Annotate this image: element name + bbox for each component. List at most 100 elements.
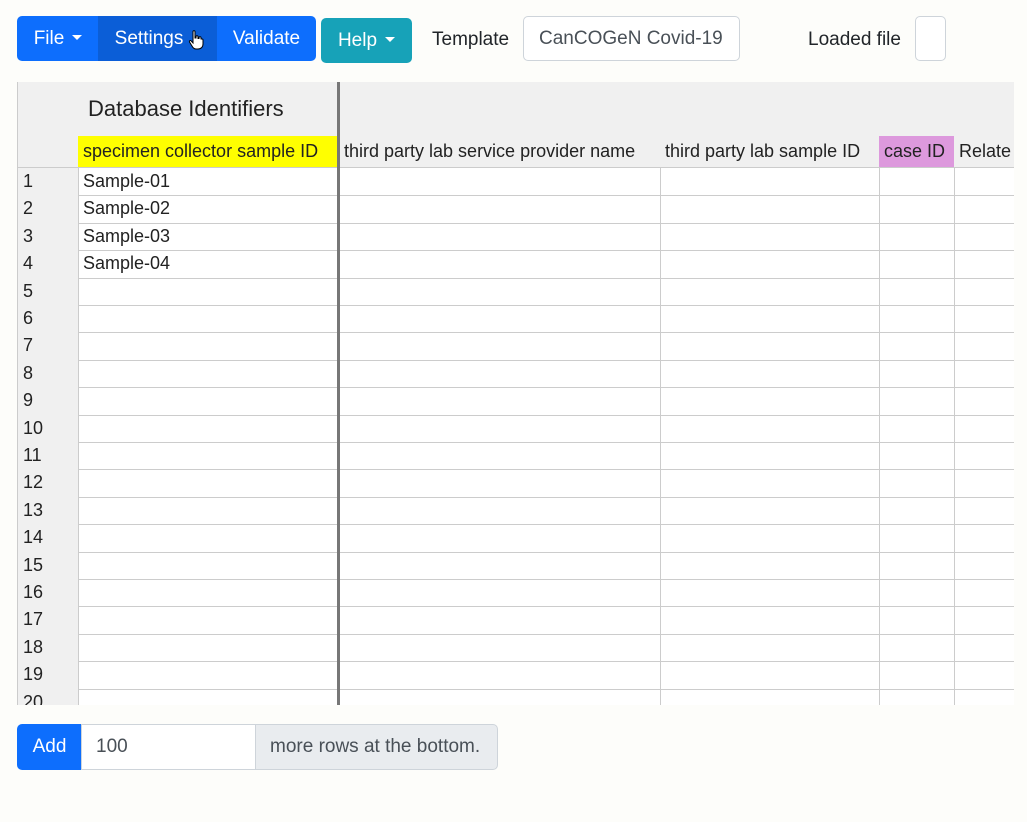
table-cell[interactable]: [339, 497, 661, 525]
row-number[interactable]: 4: [18, 250, 79, 279]
table-cell[interactable]: [879, 223, 955, 251]
loaded-file-field[interactable]: [915, 16, 946, 61]
table-cell[interactable]: [879, 442, 955, 470]
table-cell[interactable]: [879, 195, 955, 224]
table-cell[interactable]: [879, 606, 955, 635]
row-number[interactable]: 13: [18, 497, 79, 525]
row-number[interactable]: 5: [18, 278, 79, 306]
table-cell[interactable]: [660, 223, 880, 251]
table-cell[interactable]: [660, 278, 880, 306]
table-cell[interactable]: [78, 442, 340, 470]
table-cell[interactable]: [660, 332, 880, 361]
row-number[interactable]: 14: [18, 524, 79, 553]
data-grid[interactable]: Database Identifiers specimen collector …: [17, 82, 1014, 705]
table-cell[interactable]: [879, 332, 955, 361]
table-cell[interactable]: [660, 305, 880, 333]
row-number[interactable]: 6: [18, 305, 79, 333]
table-cell[interactable]: [660, 634, 880, 662]
table-cell[interactable]: Sample-03: [78, 223, 340, 251]
row-number[interactable]: 17: [18, 606, 79, 635]
table-cell[interactable]: [339, 168, 661, 196]
column-header-case-id[interactable]: case ID: [879, 136, 955, 168]
table-cell[interactable]: [954, 606, 1014, 635]
table-cell[interactable]: [879, 579, 955, 607]
table-cell[interactable]: [879, 278, 955, 306]
table-cell[interactable]: [660, 360, 880, 388]
table-cell[interactable]: [879, 634, 955, 662]
table-cell[interactable]: [879, 415, 955, 443]
table-cell[interactable]: [78, 497, 340, 525]
table-cell[interactable]: [78, 387, 340, 416]
row-number[interactable]: 12: [18, 469, 79, 498]
row-number[interactable]: 15: [18, 552, 79, 580]
add-rows-button[interactable]: Add: [17, 724, 82, 770]
table-cell[interactable]: [954, 332, 1014, 361]
table-cell[interactable]: [339, 606, 661, 635]
row-number[interactable]: 18: [18, 634, 79, 662]
table-cell[interactable]: Sample-01: [78, 168, 340, 196]
table-cell[interactable]: [78, 606, 340, 635]
table-cell[interactable]: [339, 415, 661, 443]
table-cell[interactable]: [339, 332, 661, 361]
row-number[interactable]: 8: [18, 360, 79, 388]
table-cell[interactable]: [954, 278, 1014, 306]
column-header-specimen-collector-sample-id[interactable]: specimen collector sample ID: [78, 136, 340, 168]
row-number[interactable]: 2: [18, 195, 79, 224]
table-cell[interactable]: [339, 661, 661, 690]
table-cell[interactable]: [78, 661, 340, 690]
add-rows-count-input[interactable]: 100: [81, 724, 256, 770]
table-cell[interactable]: [339, 634, 661, 662]
table-cell[interactable]: [954, 497, 1014, 525]
table-cell[interactable]: [954, 387, 1014, 416]
table-cell[interactable]: [954, 634, 1014, 662]
table-cell[interactable]: [879, 305, 955, 333]
table-cell[interactable]: [954, 689, 1014, 705]
table-cell[interactable]: [339, 469, 661, 498]
table-cell[interactable]: [339, 278, 661, 306]
table-cell[interactable]: [78, 415, 340, 443]
table-cell[interactable]: Sample-04: [78, 250, 340, 279]
table-cell[interactable]: [78, 305, 340, 333]
table-cell[interactable]: Sample-02: [78, 195, 340, 224]
table-cell[interactable]: [339, 195, 661, 224]
table-cell[interactable]: [660, 579, 880, 607]
column-header-third-party-lab-provider[interactable]: third party lab service provider name: [339, 136, 661, 168]
table-cell[interactable]: [339, 442, 661, 470]
table-cell[interactable]: [78, 278, 340, 306]
table-cell[interactable]: [78, 332, 340, 361]
row-number[interactable]: 20: [18, 689, 79, 705]
table-cell[interactable]: [78, 552, 340, 580]
table-cell[interactable]: [78, 524, 340, 553]
table-cell[interactable]: [879, 168, 955, 196]
table-cell[interactable]: [339, 579, 661, 607]
table-cell[interactable]: [879, 524, 955, 553]
table-cell[interactable]: [660, 168, 880, 196]
row-number[interactable]: 16: [18, 579, 79, 607]
table-cell[interactable]: [954, 579, 1014, 607]
table-cell[interactable]: [339, 250, 661, 279]
table-cell[interactable]: [954, 195, 1014, 224]
table-cell[interactable]: [879, 250, 955, 279]
table-cell[interactable]: [660, 524, 880, 553]
table-cell[interactable]: [879, 360, 955, 388]
table-cell[interactable]: [879, 661, 955, 690]
table-cell[interactable]: [660, 250, 880, 279]
table-cell[interactable]: [954, 552, 1014, 580]
row-number[interactable]: 19: [18, 661, 79, 690]
table-cell[interactable]: [660, 415, 880, 443]
table-cell[interactable]: [879, 689, 955, 705]
table-cell[interactable]: [660, 661, 880, 690]
table-cell[interactable]: [78, 360, 340, 388]
row-number[interactable]: 1: [18, 168, 79, 196]
table-cell[interactable]: [879, 387, 955, 416]
table-cell[interactable]: [78, 689, 340, 705]
table-cell[interactable]: [339, 552, 661, 580]
table-cell[interactable]: [954, 415, 1014, 443]
row-number[interactable]: 11: [18, 442, 79, 470]
table-cell[interactable]: [339, 387, 661, 416]
table-cell[interactable]: [879, 552, 955, 580]
table-cell[interactable]: [660, 552, 880, 580]
table-cell[interactable]: [954, 661, 1014, 690]
table-cell[interactable]: [954, 305, 1014, 333]
section-header[interactable]: Database Identifiers: [78, 82, 340, 137]
